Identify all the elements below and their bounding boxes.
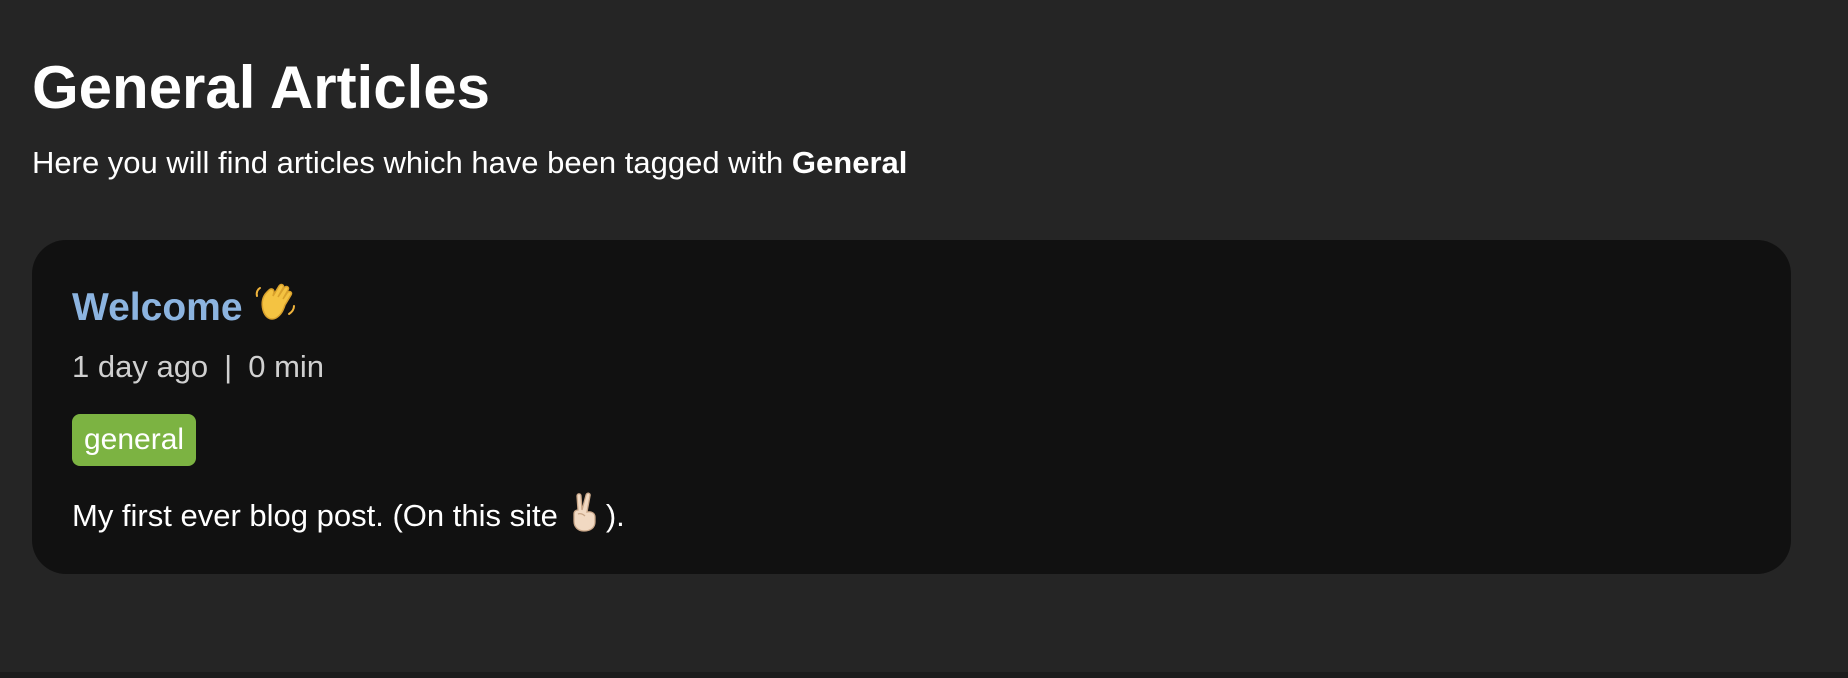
waving-hand-icon — [253, 280, 297, 337]
article-date: 1 day ago — [72, 349, 209, 384]
page-title: General Articles — [32, 54, 490, 121]
article-excerpt: My first ever blog post. (On this site )… — [72, 492, 625, 544]
meta-separator: | — [224, 349, 233, 384]
article-read-time: 0 min — [248, 349, 325, 384]
victory-hand-icon — [568, 492, 602, 544]
bottom-divider — [0, 672, 1848, 678]
intro-text: Here you will find articles which have b… — [32, 145, 792, 180]
tag-general[interactable]: general — [72, 414, 197, 466]
excerpt-text: My first ever blog post. (On this site — [72, 498, 558, 533]
article-meta: 1 day ago | 0 min — [72, 346, 324, 388]
intro-tag-name: General — [791, 145, 908, 180]
article-title: Welcome — [72, 280, 297, 337]
article-title-link[interactable]: Welcome — [72, 286, 243, 329]
excerpt-end: ). — [605, 498, 625, 533]
page-intro: Here you will find articles which have b… — [32, 143, 907, 183]
